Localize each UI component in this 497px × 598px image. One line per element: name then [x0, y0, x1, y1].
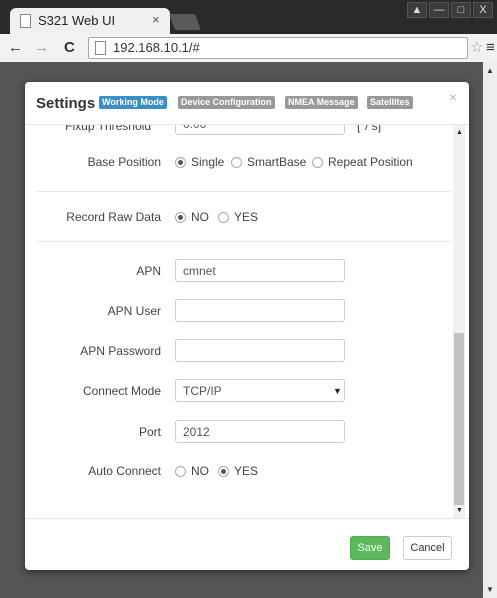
forward-icon[interactable]: → [34, 39, 49, 56]
browser-toolbar: ← → C 192.168.10.1/# ☆ ≡ [0, 34, 497, 63]
base-position-single-label: Single [191, 155, 225, 169]
tab-working-mode[interactable]: Working Mode [99, 96, 167, 109]
port-input[interactable]: 2012 [175, 420, 345, 443]
bookmark-star-icon[interactable]: ☆ [470, 38, 483, 56]
connect-mode-value: TCP/IP [183, 384, 222, 398]
reload-icon[interactable]: C [64, 39, 75, 56]
apn-label: APN [136, 264, 161, 278]
modal-title: Settings [36, 95, 96, 112]
fixup-threshold-label: Fixup Threshold [65, 125, 151, 133]
new-tab-button[interactable] [169, 14, 201, 30]
divider [36, 241, 451, 242]
tab-device-configuration[interactable]: Device Configuration [178, 96, 275, 109]
scroll-up-icon[interactable]: ▲ [456, 129, 463, 136]
url-text: 192.168.10.1/# [113, 40, 200, 55]
save-button[interactable]: Save [350, 536, 390, 560]
menu-icon[interactable]: ≡ [486, 39, 495, 56]
back-icon[interactable]: ← [8, 39, 23, 56]
modal-scrollbar[interactable]: ▲ ▼ [453, 125, 465, 518]
connect-mode-label: Connect Mode [82, 384, 161, 398]
apn-input[interactable]: cmnet [175, 259, 345, 282]
auto-connect-yes-radio[interactable] [218, 466, 229, 477]
tab-strip: S321 Web UI × ▲ — □ X [0, 0, 497, 34]
record-raw-yes-label: YES [234, 210, 259, 224]
close-window-button[interactable]: X [473, 2, 493, 18]
record-raw-yes-radio[interactable] [218, 212, 229, 223]
base-position-repeat-label: Repeat Position [328, 155, 413, 169]
scroll-down-icon[interactable]: ▼ [456, 507, 463, 514]
browser-tab[interactable]: S321 Web UI × [10, 8, 170, 34]
tab-nmea-message[interactable]: NMEA Message [285, 96, 358, 109]
address-bar[interactable]: 192.168.10.1/# [88, 37, 468, 59]
base-position-single-radio[interactable] [175, 157, 186, 168]
page-scrollbar[interactable]: ▲ ▼ [483, 62, 497, 598]
tab-satellites[interactable]: Satellites [367, 96, 413, 109]
fixup-threshold-input[interactable]: 0.00 [175, 125, 345, 135]
divider [36, 191, 451, 192]
tab-title: S321 Web UI [38, 13, 116, 28]
auto-connect-label: Auto Connect [88, 464, 161, 478]
chevron-down-icon: ▼ [333, 386, 342, 396]
modal-header: Settings Working Mode Device Configurati… [25, 82, 469, 125]
auto-connect-no-label: NO [191, 464, 209, 478]
apn-user-label: APN User [107, 304, 161, 318]
apn-user-input[interactable] [175, 299, 345, 322]
settings-modal: Settings Working Mode Device Configurati… [25, 82, 469, 570]
auto-connect-yes-label: YES [234, 464, 259, 478]
base-position-repeat-radio[interactable] [312, 157, 323, 168]
apn-password-label: APN Password [80, 344, 161, 358]
base-position-label: Base Position [87, 155, 161, 169]
base-position-smartbase-label: SmartBase [247, 155, 307, 169]
base-position-smartbase-radio[interactable] [231, 157, 242, 168]
scroll-down-icon[interactable]: ▼ [486, 585, 494, 594]
user-icon[interactable]: ▲ [407, 2, 427, 18]
modal-footer: Save Cancel [25, 518, 469, 570]
tab-close-icon[interactable]: × [152, 12, 160, 27]
apn-password-input[interactable] [175, 339, 345, 362]
record-raw-data-label: Record Raw Data [66, 210, 161, 224]
page-icon [95, 41, 106, 55]
browser-chrome: S321 Web UI × ▲ — □ X ← → C 192.168.10.1… [0, 0, 497, 63]
auto-connect-no-radio[interactable] [175, 466, 186, 477]
port-label: Port [138, 425, 161, 439]
record-raw-no-radio[interactable] [175, 212, 186, 223]
window-controls: ▲ — □ X [407, 2, 493, 18]
cancel-button[interactable]: Cancel [403, 536, 452, 560]
maximize-button[interactable]: □ [451, 2, 471, 18]
modal-body: Fixup Threshold 0.00 [°/ s] Base Positio… [25, 125, 469, 518]
page-icon [20, 14, 31, 28]
record-raw-no-label: NO [191, 210, 209, 224]
minimize-button[interactable]: — [429, 2, 449, 18]
scroll-up-icon[interactable]: ▲ [486, 66, 494, 75]
close-icon[interactable]: × [449, 89, 457, 105]
scrollbar-thumb[interactable] [454, 333, 464, 505]
fixup-threshold-unit: [°/ s] [357, 125, 382, 133]
connect-mode-select[interactable]: TCP/IP [175, 379, 345, 402]
